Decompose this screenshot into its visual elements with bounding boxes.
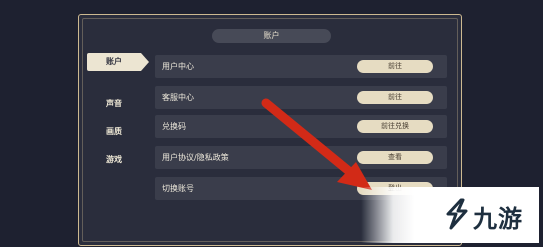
watermark: 九游 — [361, 187, 539, 243]
redeem-button[interactable]: 前往兑换 — [357, 120, 433, 133]
row-label: 切换账号 — [162, 184, 194, 193]
panel-title: 账户 — [212, 29, 331, 43]
row-label: 兑换码 — [162, 122, 186, 131]
row-label: 用户协议/隐私政策 — [162, 153, 229, 162]
watermark-logo-icon — [446, 198, 468, 230]
tab-sound[interactable]: 声音 — [87, 95, 141, 113]
tab-game[interactable]: 游戏 — [87, 151, 141, 169]
row-redeem-code: 兑换码 前往兑换 — [155, 115, 447, 138]
row-user-agreement: 用户协议/隐私政策 查看 — [155, 146, 447, 169]
row-service-center: 客服中心 前往 — [155, 86, 447, 109]
service-center-go-button[interactable]: 前往 — [357, 91, 433, 104]
row-user-center: 用户中心 前往 — [155, 55, 447, 78]
view-agreement-button[interactable]: 查看 — [357, 151, 433, 164]
tab-account[interactable]: 账户 — [87, 53, 149, 71]
row-label: 客服中心 — [162, 93, 194, 102]
user-center-go-button[interactable]: 前往 — [357, 60, 433, 73]
row-label: 用户中心 — [162, 62, 194, 71]
watermark-text: 九游 — [473, 205, 523, 233]
tab-graphics[interactable]: 画质 — [87, 123, 141, 141]
